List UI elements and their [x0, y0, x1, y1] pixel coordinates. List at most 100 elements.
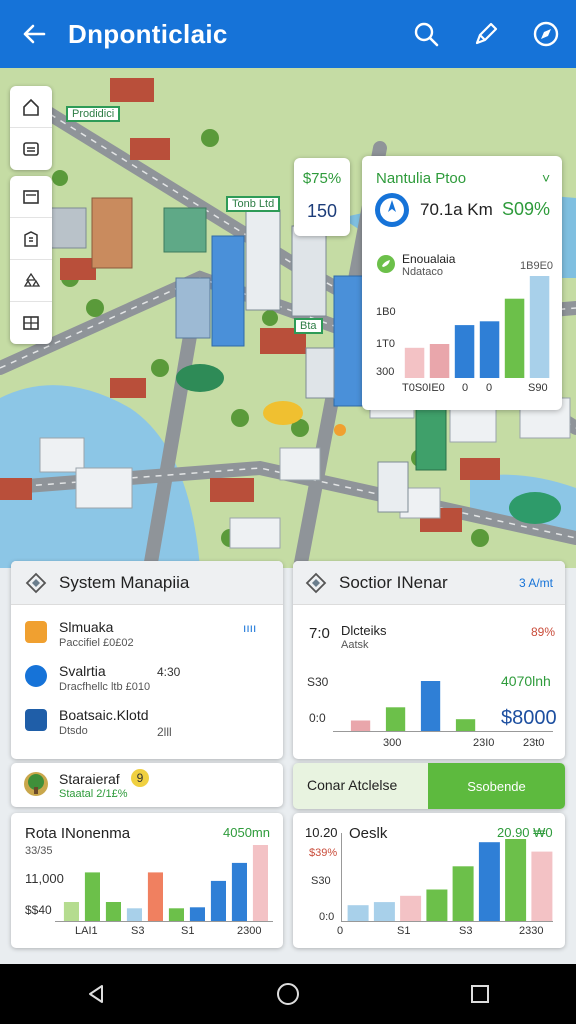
info-right-value: 1B9E0	[520, 260, 554, 272]
desk-y-axis	[341, 833, 342, 921]
nav-recents-button[interactable]	[450, 964, 510, 1024]
chart-bar	[189, 907, 205, 921]
map-image-button[interactable]	[10, 176, 52, 218]
info-bar-chart	[404, 276, 550, 378]
x-tick-label: 23I0	[473, 737, 495, 749]
page-title: Dnponticlaic	[68, 18, 228, 49]
desk-side-label: S30	[311, 875, 331, 887]
map-building-button[interactable]	[10, 218, 52, 260]
revenue-value: 4050mn	[223, 825, 270, 840]
nav-back-button[interactable]	[66, 964, 126, 1024]
actions-title: Conar Atclelse	[307, 777, 398, 793]
station-left-value: 7:0	[309, 625, 330, 642]
chart-bar	[105, 902, 121, 921]
search-button[interactable]	[396, 0, 456, 68]
revenue-panel: Rota INonenma 4050mn 33/35 11,000 $$40 L…	[11, 813, 283, 948]
chart-bar	[504, 298, 525, 378]
map-tool-group-top	[10, 86, 52, 170]
map-layers-button[interactable]	[10, 128, 52, 170]
chart-bar	[231, 862, 247, 921]
x-tick-label: S1	[397, 925, 411, 937]
back-arrow-icon	[23, 24, 46, 44]
map-grid-button[interactable]	[10, 302, 52, 344]
stat-top-value: $75%	[302, 170, 342, 187]
nav-home-button[interactable]	[258, 964, 318, 1024]
y-tick-label: 1B0	[376, 306, 396, 318]
chart-bar	[454, 325, 475, 378]
city-map[interactable]: Prodidici Tonb Ltd Bta $75% 150 Nantulia…	[0, 68, 576, 568]
compass-icon	[533, 21, 559, 47]
map-info-card[interactable]: Nantulia Ptoo ˅ 70.1a Km S09% Enoualaia …	[362, 156, 562, 410]
chart-bar	[63, 902, 79, 921]
chevron-down-icon[interactable]: ˅	[542, 170, 550, 186]
home-icon	[23, 98, 39, 116]
status-panel[interactable]: Staraieraf 9 Staatal 2/1£%	[11, 763, 283, 807]
actions-panel: Conar Atclelse Ssobende	[293, 763, 565, 809]
list-item-sub: Paccifiel £0£02	[59, 637, 134, 649]
compass-button[interactable]	[516, 0, 576, 68]
desk-axis	[341, 921, 553, 922]
info-metric-a: 70.1a Km	[420, 200, 493, 219]
list-item[interactable]: Slmuaka Paccifiel £0£02 ıııı	[11, 613, 283, 655]
globe-icon	[25, 665, 47, 687]
chart-bar	[210, 880, 226, 921]
chart-bar	[478, 842, 500, 921]
desk-panel: 10.20 Oeslk 20.90 ₩0 $39% S30 0:0 0 S1 S…	[293, 813, 565, 948]
list-item[interactable]: Boatsaic.Klotd Dtsdo 2lll	[11, 701, 283, 743]
back-button[interactable]	[0, 0, 68, 68]
desk-side-label: $39%	[309, 847, 338, 859]
search-icon	[414, 22, 439, 47]
map-label[interactable]: Bta	[294, 318, 323, 334]
map-home-button[interactable]	[10, 86, 52, 128]
x-tick-label: 0	[486, 382, 493, 394]
nav-back-icon	[89, 985, 103, 1003]
info-card-title: Nantulia Ptoo	[376, 170, 467, 187]
list-item-sub: Dtsdo	[59, 725, 88, 737]
x-tick-label: LAI1	[75, 925, 98, 937]
x-tick-label: S90	[528, 382, 548, 394]
chart-bar	[426, 889, 448, 921]
actions-button[interactable]: Ssobende	[428, 763, 565, 809]
x-tick-label: 2300	[237, 925, 262, 937]
system-panel: System Manapiia Slmuaka Paccifiel £0£02 ıı…	[11, 561, 283, 759]
leaf-icon	[377, 255, 395, 273]
compass-badge-icon	[375, 193, 409, 227]
info-metric-b: S09%	[502, 199, 551, 219]
desk-bar-chart	[347, 839, 553, 921]
chart-bar	[400, 895, 422, 921]
x-tick-label: 23t0	[523, 737, 545, 749]
chart-bar	[347, 905, 369, 921]
station-name: Dlcteiks	[341, 623, 387, 638]
chart-bar	[126, 908, 142, 921]
chart-bar	[455, 719, 476, 731]
x-tick-label: T0S0IE0	[402, 382, 445, 394]
chart-bar	[452, 866, 474, 921]
station-panel-title: Soctior INenar	[339, 572, 448, 592]
recycle-icon	[23, 272, 41, 287]
list-item-name: Slmuaka	[59, 619, 114, 635]
map-stat-card[interactable]: $75% 150	[294, 158, 350, 236]
system-nav-bar	[0, 964, 576, 1024]
x-tick-label: 300	[383, 737, 402, 749]
tree-icon	[24, 772, 48, 796]
station-badge: 3 A/mt	[518, 575, 553, 590]
briefcase-icon	[25, 621, 47, 643]
nav-recents-icon	[471, 985, 489, 1003]
map-label[interactable]: Prodidici	[66, 106, 121, 122]
station-panel: Soctior INenar 3 A/mt 7:0 Dlcteiks Aatsk…	[293, 561, 565, 759]
station-sub: Aatsk	[341, 639, 369, 651]
cube-icon	[25, 709, 47, 731]
station-axis	[333, 731, 553, 732]
chart-bar	[479, 321, 500, 378]
edit-button[interactable]	[456, 0, 516, 68]
chart-bar	[373, 902, 395, 921]
list-item-name: Svalrtia	[59, 663, 106, 679]
list-item[interactable]: Svalrtia Dracfhellc ltb £010 4:30	[11, 657, 283, 699]
nav-home-icon	[277, 983, 299, 1005]
map-label[interactable]: Tonb Ltd	[226, 196, 281, 212]
x-tick-label: 0	[337, 925, 344, 937]
chart-bar	[84, 872, 100, 921]
revenue-axis	[55, 921, 273, 922]
chart-bar	[252, 845, 268, 921]
map-recycle-button[interactable]	[10, 260, 52, 302]
